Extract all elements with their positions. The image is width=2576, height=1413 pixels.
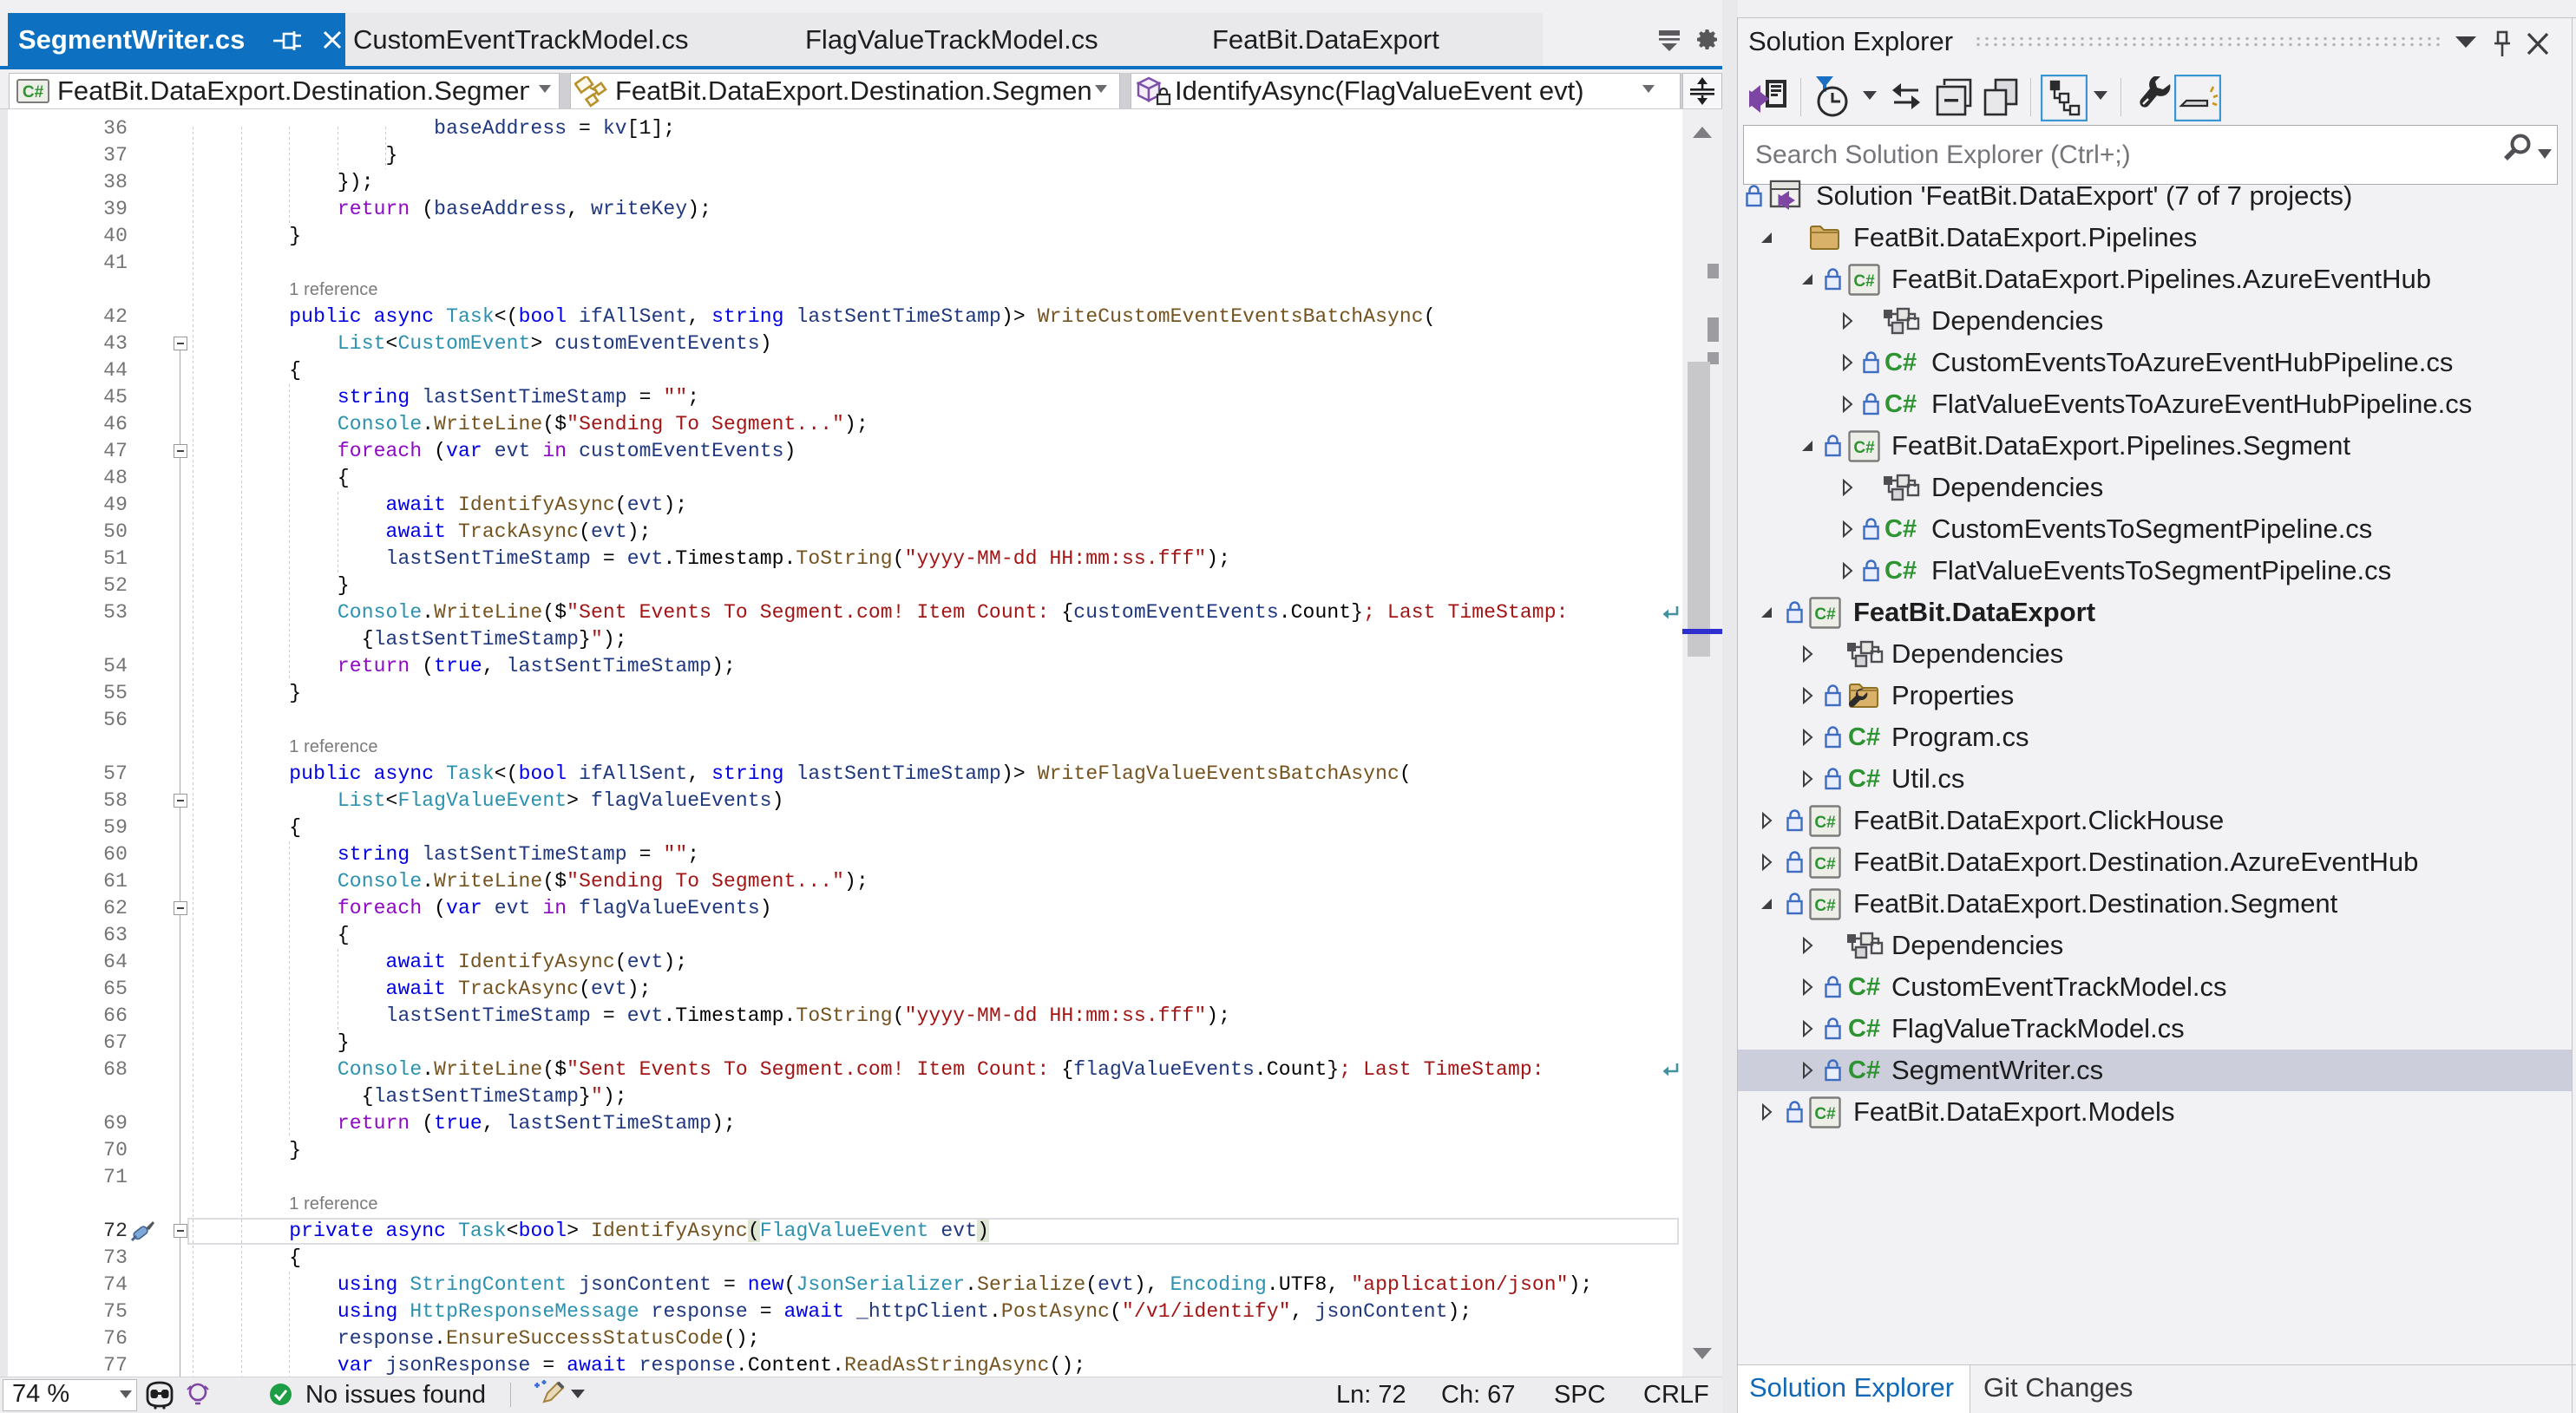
svg-text:C#: C# [23, 83, 44, 101]
